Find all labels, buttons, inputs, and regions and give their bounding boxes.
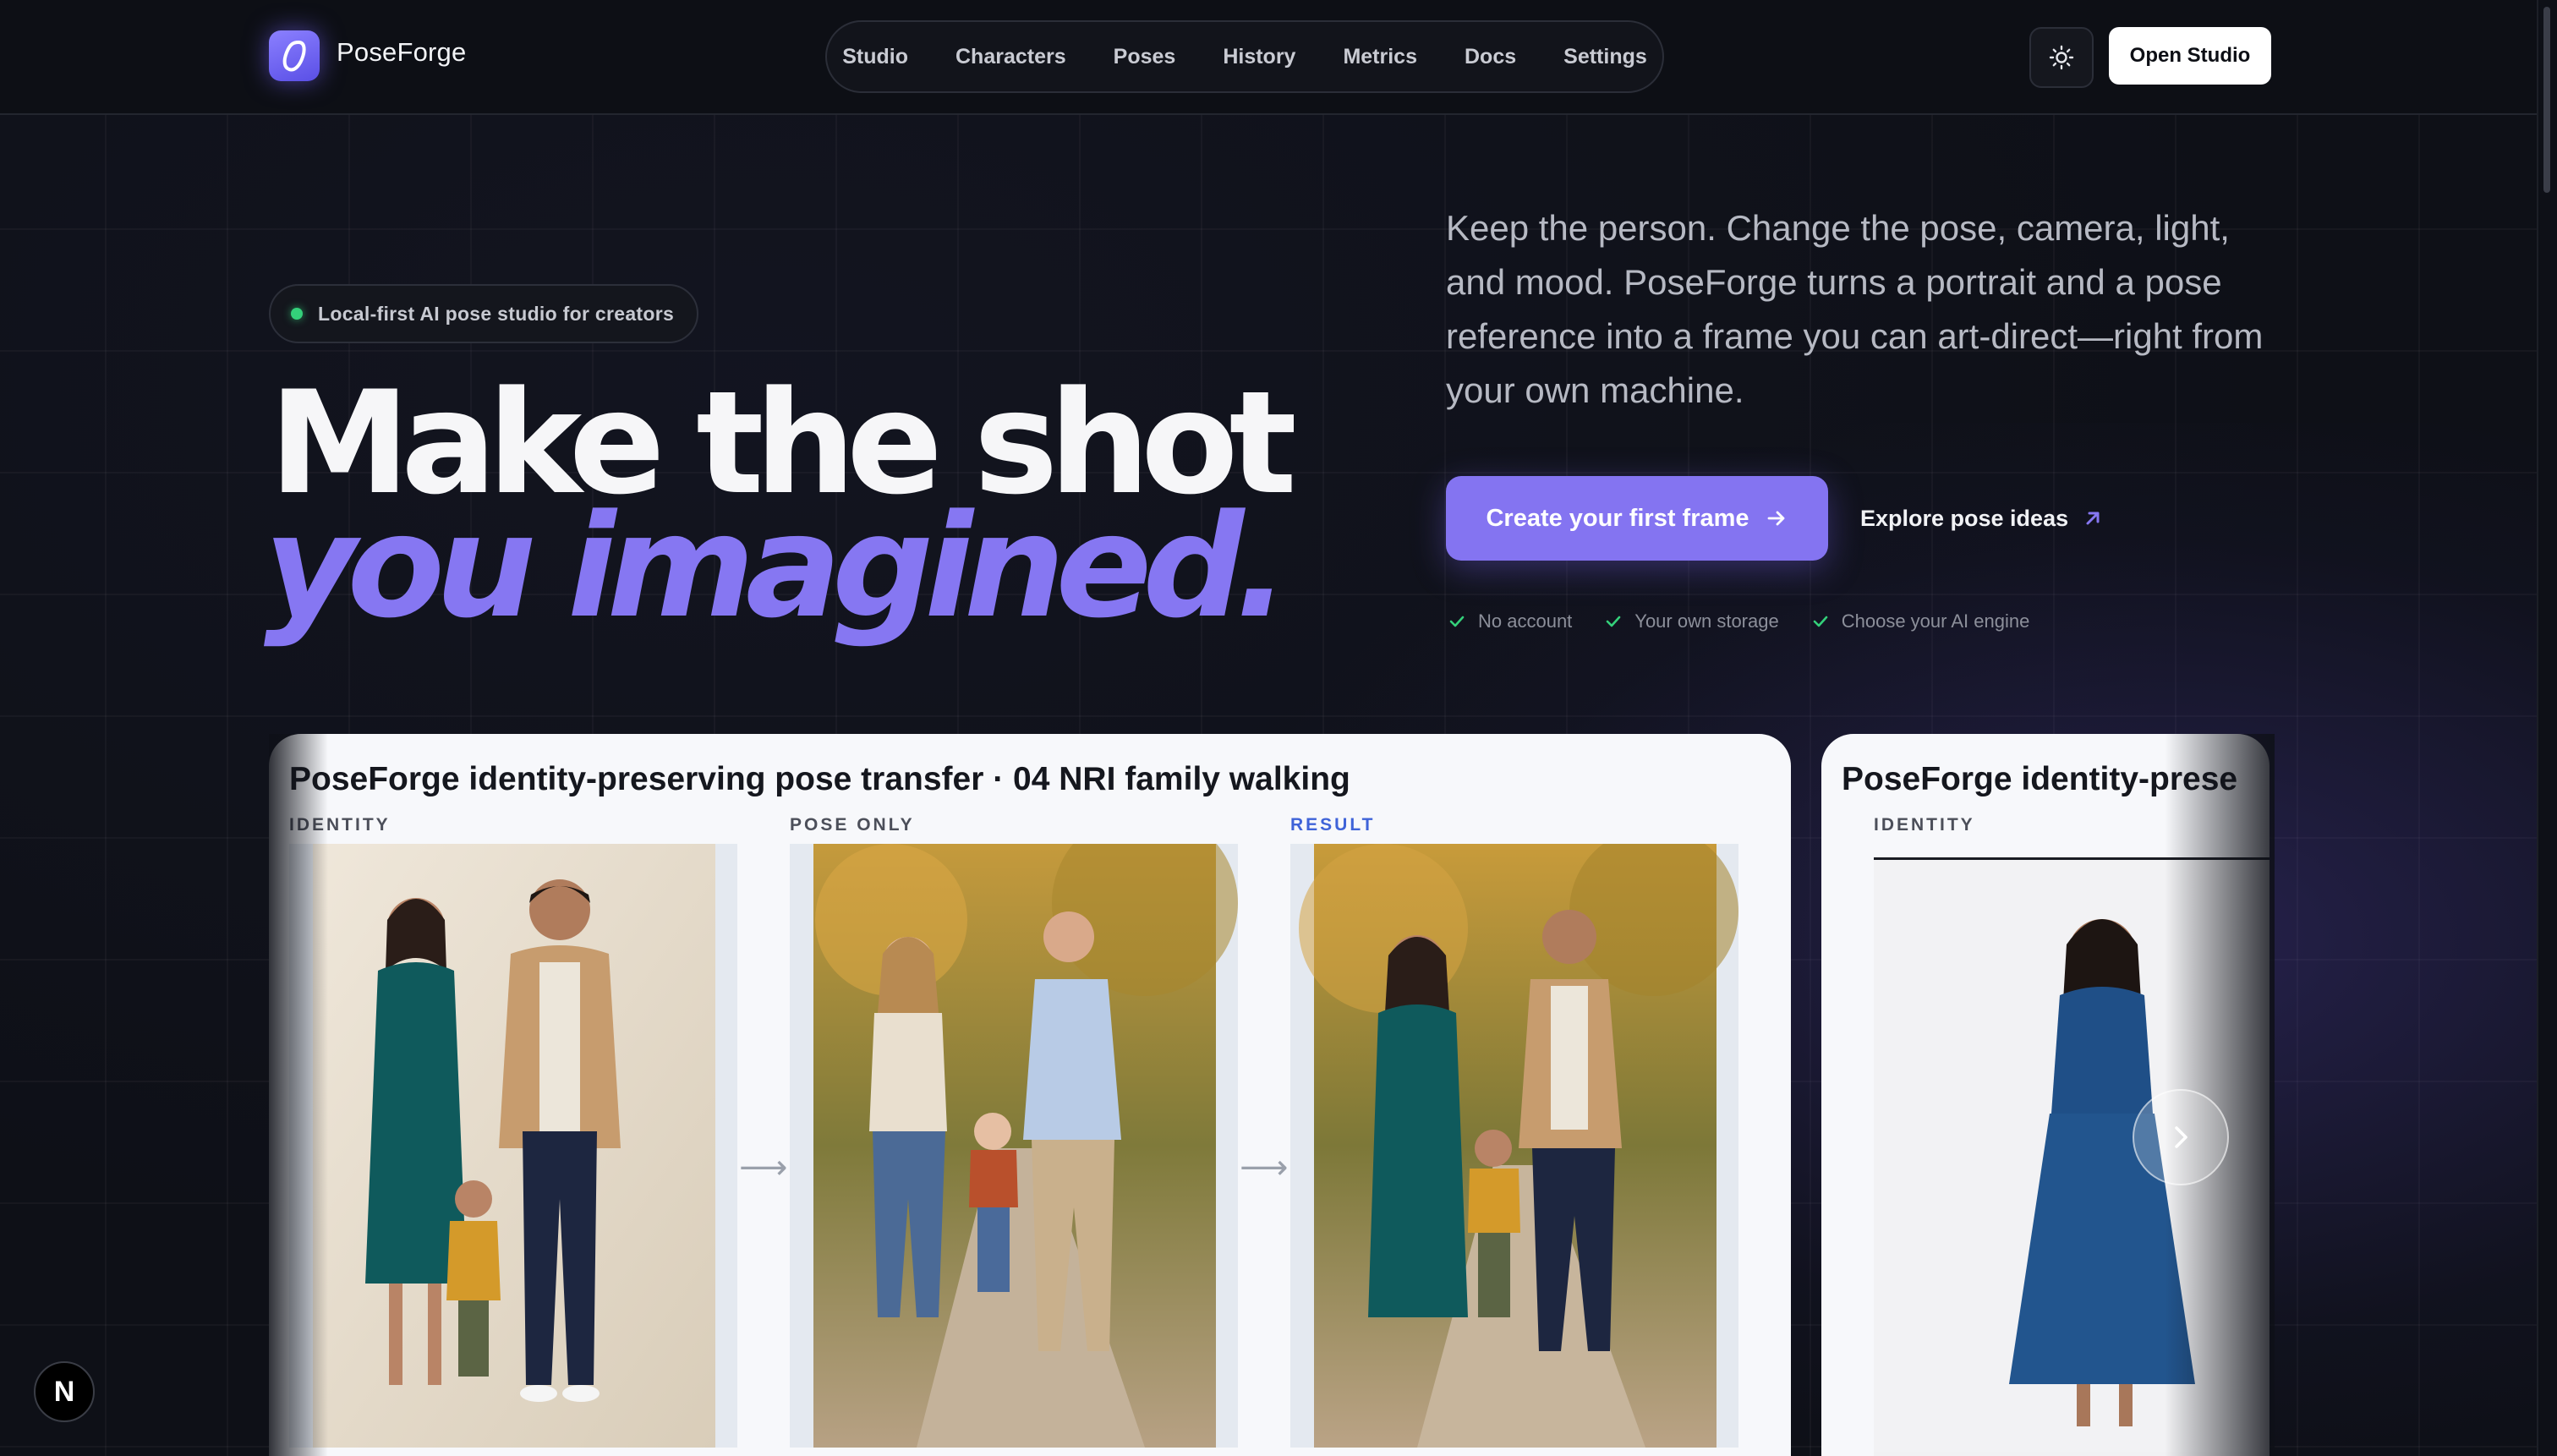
explore-pose-ideas-link[interactable]: Explore pose ideas	[1860, 499, 2104, 538]
check-icon	[1449, 616, 1465, 627]
sun-icon	[2049, 45, 2074, 70]
top-navigation-bar: PoseForge Studio Characters Poses Histor…	[0, 0, 2537, 115]
showcase-card-title: PoseForge identity-preserving pose trans…	[289, 761, 1350, 797]
chevron-right-icon	[2175, 1126, 2187, 1148]
nav-link-docs[interactable]: Docs	[1465, 45, 1516, 69]
arrow-right-icon	[1767, 511, 1784, 526]
perk-item: Choose your AI engine	[1811, 610, 2030, 632]
hero-badge: Local-first AI pose studio for creators	[269, 284, 698, 343]
perk-label: Your own storage	[1634, 610, 1779, 632]
check-icon	[1813, 616, 1828, 627]
pose-only-label: POSE ONLY	[790, 815, 915, 835]
nav-link-studio[interactable]: Studio	[842, 45, 908, 69]
identity-image	[289, 844, 737, 1448]
brand-name[interactable]: PoseForge	[337, 37, 466, 68]
identity-label: IDENTITY	[289, 815, 391, 835]
showcase-card-title: PoseForge identity-prese	[1842, 761, 2238, 797]
check-icon	[1606, 616, 1621, 627]
nav-link-poses[interactable]: Poses	[1114, 45, 1176, 69]
hero-description: Keep the person. Change the pose, camera…	[1446, 208, 2264, 410]
carousel-next-button[interactable]	[2133, 1089, 2229, 1185]
theme-toggle-button[interactable]	[2029, 27, 2094, 88]
showcase-card[interactable]: PoseForge identity-preserving pose trans…	[269, 734, 1791, 1456]
create-first-frame-button[interactable]: Create your first frame	[1446, 476, 1828, 561]
result-image	[1290, 844, 1738, 1448]
open-studio-button[interactable]: Open Studio	[2109, 27, 2271, 85]
scrollbar[interactable]	[2537, 0, 2557, 1456]
nav-link-metrics[interactable]: Metrics	[1343, 45, 1417, 69]
nav-link-settings[interactable]: Settings	[1563, 45, 1647, 69]
dev-tools-icon[interactable]: N	[34, 1361, 95, 1422]
hero-badge-text: Local-first AI pose studio for creators	[318, 302, 675, 325]
hero-headline-line2: you imagined.	[264, 484, 1289, 649]
perk-item: Your own storage	[1604, 610, 1779, 632]
create-first-frame-label: Create your first frame	[1486, 504, 1749, 532]
nav-link-history[interactable]: History	[1223, 45, 1295, 69]
explore-pose-ideas-label: Explore pose ideas	[1860, 505, 2069, 531]
perk-label: Choose your AI engine	[1841, 610, 2030, 632]
arrow-separator-icon: ⟶	[739, 1149, 788, 1186]
main-nav: Studio Characters Poses History Metrics …	[825, 20, 1664, 93]
perk-label: No account	[1478, 610, 1573, 632]
perks-list: No account Your own storage Choose your …	[1448, 610, 2029, 632]
logo-icon[interactable]	[269, 30, 320, 81]
nav-link-characters[interactable]: Characters	[955, 45, 1066, 69]
perk-item: No account	[1448, 610, 1572, 632]
result-label: RESULT	[1290, 815, 1376, 835]
arrow-up-right-icon	[2086, 512, 2100, 525]
status-dot-icon	[291, 308, 303, 320]
identity-label: IDENTITY	[1874, 815, 1975, 835]
arrow-separator-icon: ⟶	[1240, 1149, 1289, 1186]
pose-reference-image	[790, 844, 1238, 1448]
scrollbar-thumb[interactable]	[2543, 7, 2550, 193]
